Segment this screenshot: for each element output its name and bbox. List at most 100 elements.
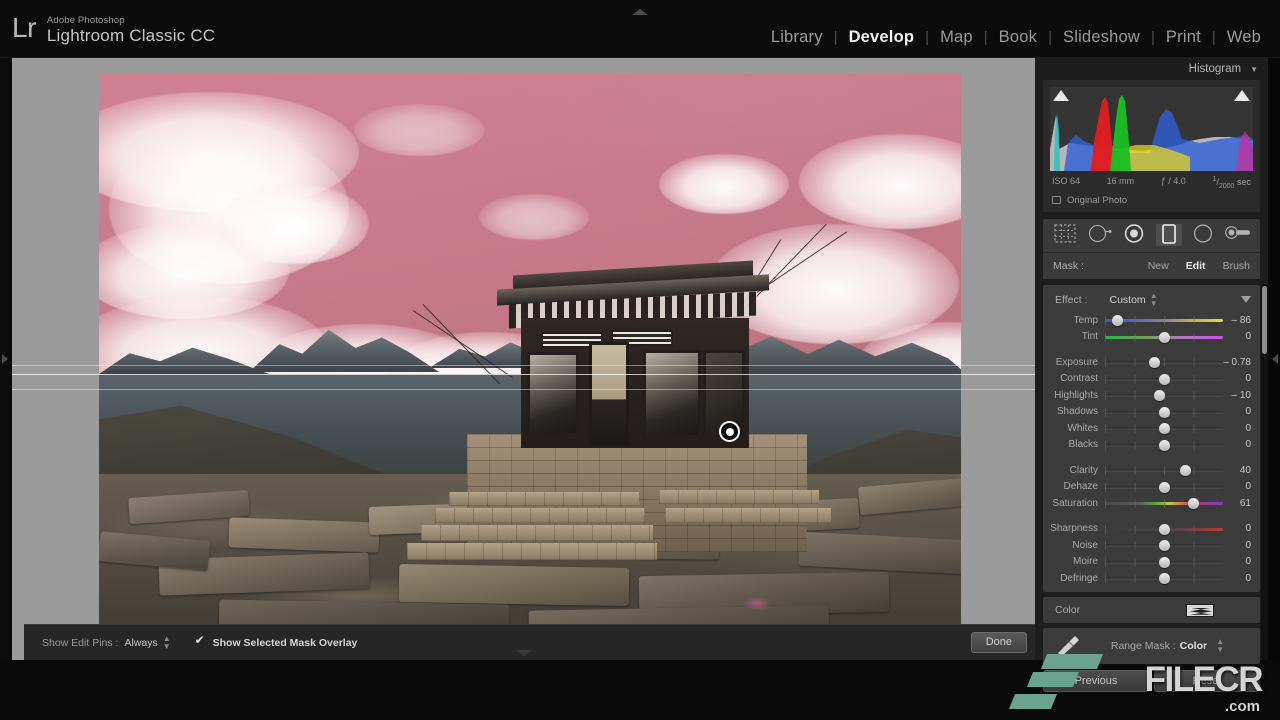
slider-defringe[interactable]: Defringe 0 xyxy=(1043,570,1260,587)
module-web[interactable]: Web xyxy=(1216,28,1272,47)
slider-shadows[interactable]: Shadows 0 xyxy=(1043,403,1260,420)
reset-button[interactable]: Reset xyxy=(1154,670,1260,692)
module-develop[interactable]: Develop xyxy=(838,28,926,47)
done-button[interactable]: Done xyxy=(971,632,1027,653)
module-library[interactable]: Library xyxy=(760,28,834,47)
effect-menu-icon[interactable] xyxy=(1241,296,1251,303)
module-slideshow[interactable]: Slideshow xyxy=(1052,28,1151,47)
mask-option-new[interactable]: New xyxy=(1148,260,1169,272)
histogram-graph[interactable] xyxy=(1050,87,1253,171)
slider-saturation[interactable]: Saturation 61 xyxy=(1043,495,1260,512)
slider-moire[interactable]: Moire 0 xyxy=(1043,553,1260,570)
slider-value[interactable]: 0 xyxy=(1223,439,1251,450)
color-swatch-button[interactable] xyxy=(1186,604,1214,617)
top-panel-toggle[interactable] xyxy=(629,7,651,16)
effect-value[interactable]: Custom xyxy=(1110,294,1146,306)
slider-clarity[interactable]: Clarity 40 xyxy=(1043,462,1260,479)
module-map[interactable]: Map xyxy=(929,28,984,47)
graduated-filter-pin[interactable] xyxy=(719,421,740,442)
effect-sliders-panel: Effect : Custom ▲▼ Temp – 86 Tint xyxy=(1043,285,1260,593)
adjustment-brush-tool[interactable] xyxy=(1225,224,1251,246)
slider-track[interactable] xyxy=(1105,480,1223,494)
slider-track[interactable] xyxy=(1105,388,1223,402)
stepper-icon[interactable]: ▲▼ xyxy=(163,635,171,651)
previous-button[interactable]: Previous xyxy=(1043,670,1149,692)
slider-value[interactable]: 0 xyxy=(1223,481,1251,492)
slider-track[interactable] xyxy=(1105,405,1223,419)
stepper-icon[interactable]: ▲▼ xyxy=(1150,292,1158,308)
slider-value[interactable]: 0 xyxy=(1223,423,1251,434)
left-panel-toggle[interactable] xyxy=(0,58,12,660)
shadow-clipping-indicator[interactable] xyxy=(1053,90,1069,101)
slider-value[interactable]: 0 xyxy=(1223,373,1251,384)
spot-removal-icon xyxy=(1088,224,1112,243)
slider-track[interactable] xyxy=(1105,330,1223,344)
slider-track[interactable] xyxy=(1105,555,1223,569)
photo-preview[interactable] xyxy=(99,74,961,644)
right-panel-scrollbar[interactable] xyxy=(1261,284,1268,660)
module-book[interactable]: Book xyxy=(988,28,1048,47)
eyedropper-tool[interactable] xyxy=(1055,634,1081,663)
slider-value[interactable]: – 86 xyxy=(1223,315,1251,326)
slider-blacks[interactable]: Blacks 0 xyxy=(1043,436,1260,453)
red-eye-correction-tool[interactable] xyxy=(1121,224,1147,246)
checkbox-icon[interactable] xyxy=(1052,196,1061,204)
slider-value[interactable]: 40 xyxy=(1223,465,1251,476)
slider-track[interactable] xyxy=(1105,372,1223,386)
radial-filter-tool[interactable] xyxy=(1190,224,1216,246)
slider-label: Temp xyxy=(1049,315,1105,326)
eyedropper-icon xyxy=(1055,634,1081,658)
slider-whites[interactable]: Whites 0 xyxy=(1043,420,1260,437)
mask-option-brush[interactable]: Brush xyxy=(1223,260,1250,272)
slider-track[interactable] xyxy=(1105,496,1223,510)
exif-aperture: ƒ / 4.0 xyxy=(1161,176,1186,190)
highlight-clipping-indicator[interactable] xyxy=(1234,90,1250,101)
slider-track[interactable] xyxy=(1105,421,1223,435)
slider-highlights[interactable]: Highlights – 10 xyxy=(1043,387,1260,404)
range-mask-row: Range Mask : Color ▲▼ xyxy=(1043,628,1260,664)
original-photo-toggle[interactable]: Original Photo xyxy=(1050,192,1253,208)
slider-track[interactable] xyxy=(1105,538,1223,552)
slider-tint[interactable]: Tint 0 xyxy=(1043,328,1260,345)
range-mask-value[interactable]: Color xyxy=(1180,640,1207,652)
slider-value[interactable]: 0 xyxy=(1223,540,1251,551)
slider-value[interactable]: 0 xyxy=(1223,331,1251,342)
module-print[interactable]: Print xyxy=(1155,28,1212,47)
slider-track[interactable] xyxy=(1105,522,1223,536)
exif-shutter-speed: 1/2000 sec xyxy=(1212,176,1251,190)
develop-right-panel: Histogram ▼ xyxy=(1035,58,1268,660)
scrollbar-thumb[interactable] xyxy=(1262,286,1267,354)
slider-temp[interactable]: Temp – 86 xyxy=(1043,312,1260,329)
module-picker: Library | Develop | Map | Book | Slidesh… xyxy=(760,28,1272,47)
slider-track[interactable] xyxy=(1105,571,1223,585)
slider-value[interactable]: – 10 xyxy=(1223,390,1251,401)
slider-track[interactable] xyxy=(1105,438,1223,452)
show-mask-overlay-checkbox[interactable]: Show Selected Mask Overlay xyxy=(195,637,358,649)
slider-value[interactable]: – 0.78 xyxy=(1223,357,1251,368)
slider-contrast[interactable]: Contrast 0 xyxy=(1043,370,1260,387)
filmstrip-toggle[interactable] xyxy=(513,648,535,657)
histogram-header[interactable]: Histogram ▼ xyxy=(1035,58,1268,80)
slider-value[interactable]: 0 xyxy=(1223,573,1251,584)
mask-option-edit[interactable]: Edit xyxy=(1186,260,1206,272)
show-edit-pins-value[interactable]: Always xyxy=(124,637,157,649)
slider-track[interactable] xyxy=(1105,463,1223,477)
slider-value[interactable]: 0 xyxy=(1223,556,1251,567)
slider-exposure[interactable]: Exposure – 0.78 xyxy=(1043,354,1260,371)
slider-track[interactable] xyxy=(1105,355,1223,369)
slider-value[interactable]: 0 xyxy=(1223,406,1251,417)
slider-sharpness[interactable]: Sharpness 0 xyxy=(1043,520,1260,537)
slider-noise[interactable]: Noise 0 xyxy=(1043,537,1260,554)
graduated-filter-tool[interactable] xyxy=(1156,224,1182,246)
chevron-down-icon[interactable]: ▼ xyxy=(1250,65,1258,74)
slider-track[interactable] xyxy=(1105,313,1223,327)
stepper-icon[interactable]: ▲▼ xyxy=(1216,638,1224,654)
crop-overlay-tool[interactable] xyxy=(1052,224,1078,246)
image-stage[interactable]: Show Edit Pins : Always ▲▼ Show Selected… xyxy=(12,58,1035,660)
spot-removal-tool[interactable] xyxy=(1087,224,1113,246)
histogram-panel: ISO 64 16 mm ƒ / 4.0 1/2000 sec Original… xyxy=(1043,80,1260,212)
slider-value[interactable]: 0 xyxy=(1223,523,1251,534)
slider-dehaze[interactable]: Dehaze 0 xyxy=(1043,478,1260,495)
right-panel-toggle[interactable] xyxy=(1268,58,1280,660)
slider-value[interactable]: 61 xyxy=(1223,498,1251,509)
